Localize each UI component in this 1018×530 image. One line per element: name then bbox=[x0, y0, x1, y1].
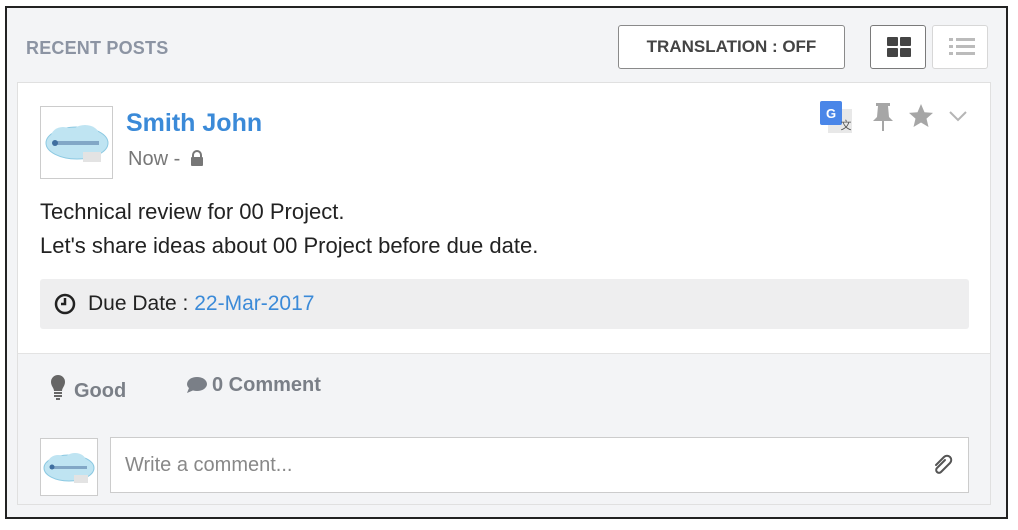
paperclip-icon[interactable] bbox=[932, 453, 954, 477]
svg-text:文: 文 bbox=[841, 118, 852, 132]
post-body-line: Let's share ideas about 00 Project befor… bbox=[40, 233, 539, 258]
list-view-button[interactable] bbox=[932, 25, 988, 69]
panel-header: RECENT POSTS TRANSLATION : OFF bbox=[7, 8, 1006, 84]
post-author-link[interactable]: Smith John bbox=[126, 109, 262, 138]
good-label: Good bbox=[74, 380, 127, 402]
comment-input[interactable] bbox=[110, 437, 969, 493]
section-title: RECENT POSTS bbox=[26, 38, 169, 58]
avatar-image bbox=[41, 107, 112, 178]
chevron-down-icon[interactable] bbox=[948, 110, 968, 122]
pin-icon[interactable] bbox=[872, 103, 894, 133]
post-body: Technical review for 00 Project. Let's s… bbox=[40, 195, 538, 263]
comment-section bbox=[18, 420, 990, 504]
grid-view-icon bbox=[887, 37, 911, 57]
lightbulb-icon bbox=[51, 375, 65, 400]
post-actions: G 文 bbox=[820, 101, 980, 137]
post-meta: Now - bbox=[128, 148, 204, 171]
avatar-image bbox=[41, 439, 97, 495]
google-translate-icon[interactable]: G 文 bbox=[820, 101, 854, 135]
recent-posts-panel: RECENT POSTS TRANSLATION : OFF Smith Joh… bbox=[5, 6, 1008, 519]
star-icon[interactable] bbox=[908, 103, 934, 129]
due-date-label: Due Date : bbox=[88, 292, 189, 315]
post-body-line: Technical review for 00 Project. bbox=[40, 199, 345, 224]
comment-bubble-icon bbox=[187, 377, 207, 393]
lock-icon bbox=[190, 150, 203, 166]
author-avatar[interactable] bbox=[40, 106, 113, 179]
clock-icon bbox=[54, 293, 76, 315]
list-view-icon bbox=[949, 38, 975, 55]
current-user-avatar[interactable] bbox=[40, 438, 98, 496]
good-button[interactable]: Good bbox=[50, 374, 126, 403]
due-date-text: Due Date : 22-Mar-2017 bbox=[88, 292, 314, 316]
post-card: Smith John Now - G 文 Technical review fo… bbox=[17, 82, 991, 505]
svg-text:G: G bbox=[826, 106, 836, 121]
post-time: Now - bbox=[128, 148, 181, 170]
due-date-box: Due Date : 22-Mar-2017 bbox=[40, 279, 969, 329]
translation-toggle-button[interactable]: TRANSLATION : OFF bbox=[618, 25, 845, 69]
due-date-value: 22-Mar-2017 bbox=[194, 292, 315, 315]
comment-count-label: 0 Comment bbox=[212, 374, 321, 396]
comment-count-button[interactable]: 0 Comment bbox=[186, 374, 321, 397]
post-footer: Good 0 Comment bbox=[18, 353, 990, 421]
grid-view-button[interactable] bbox=[870, 25, 926, 69]
